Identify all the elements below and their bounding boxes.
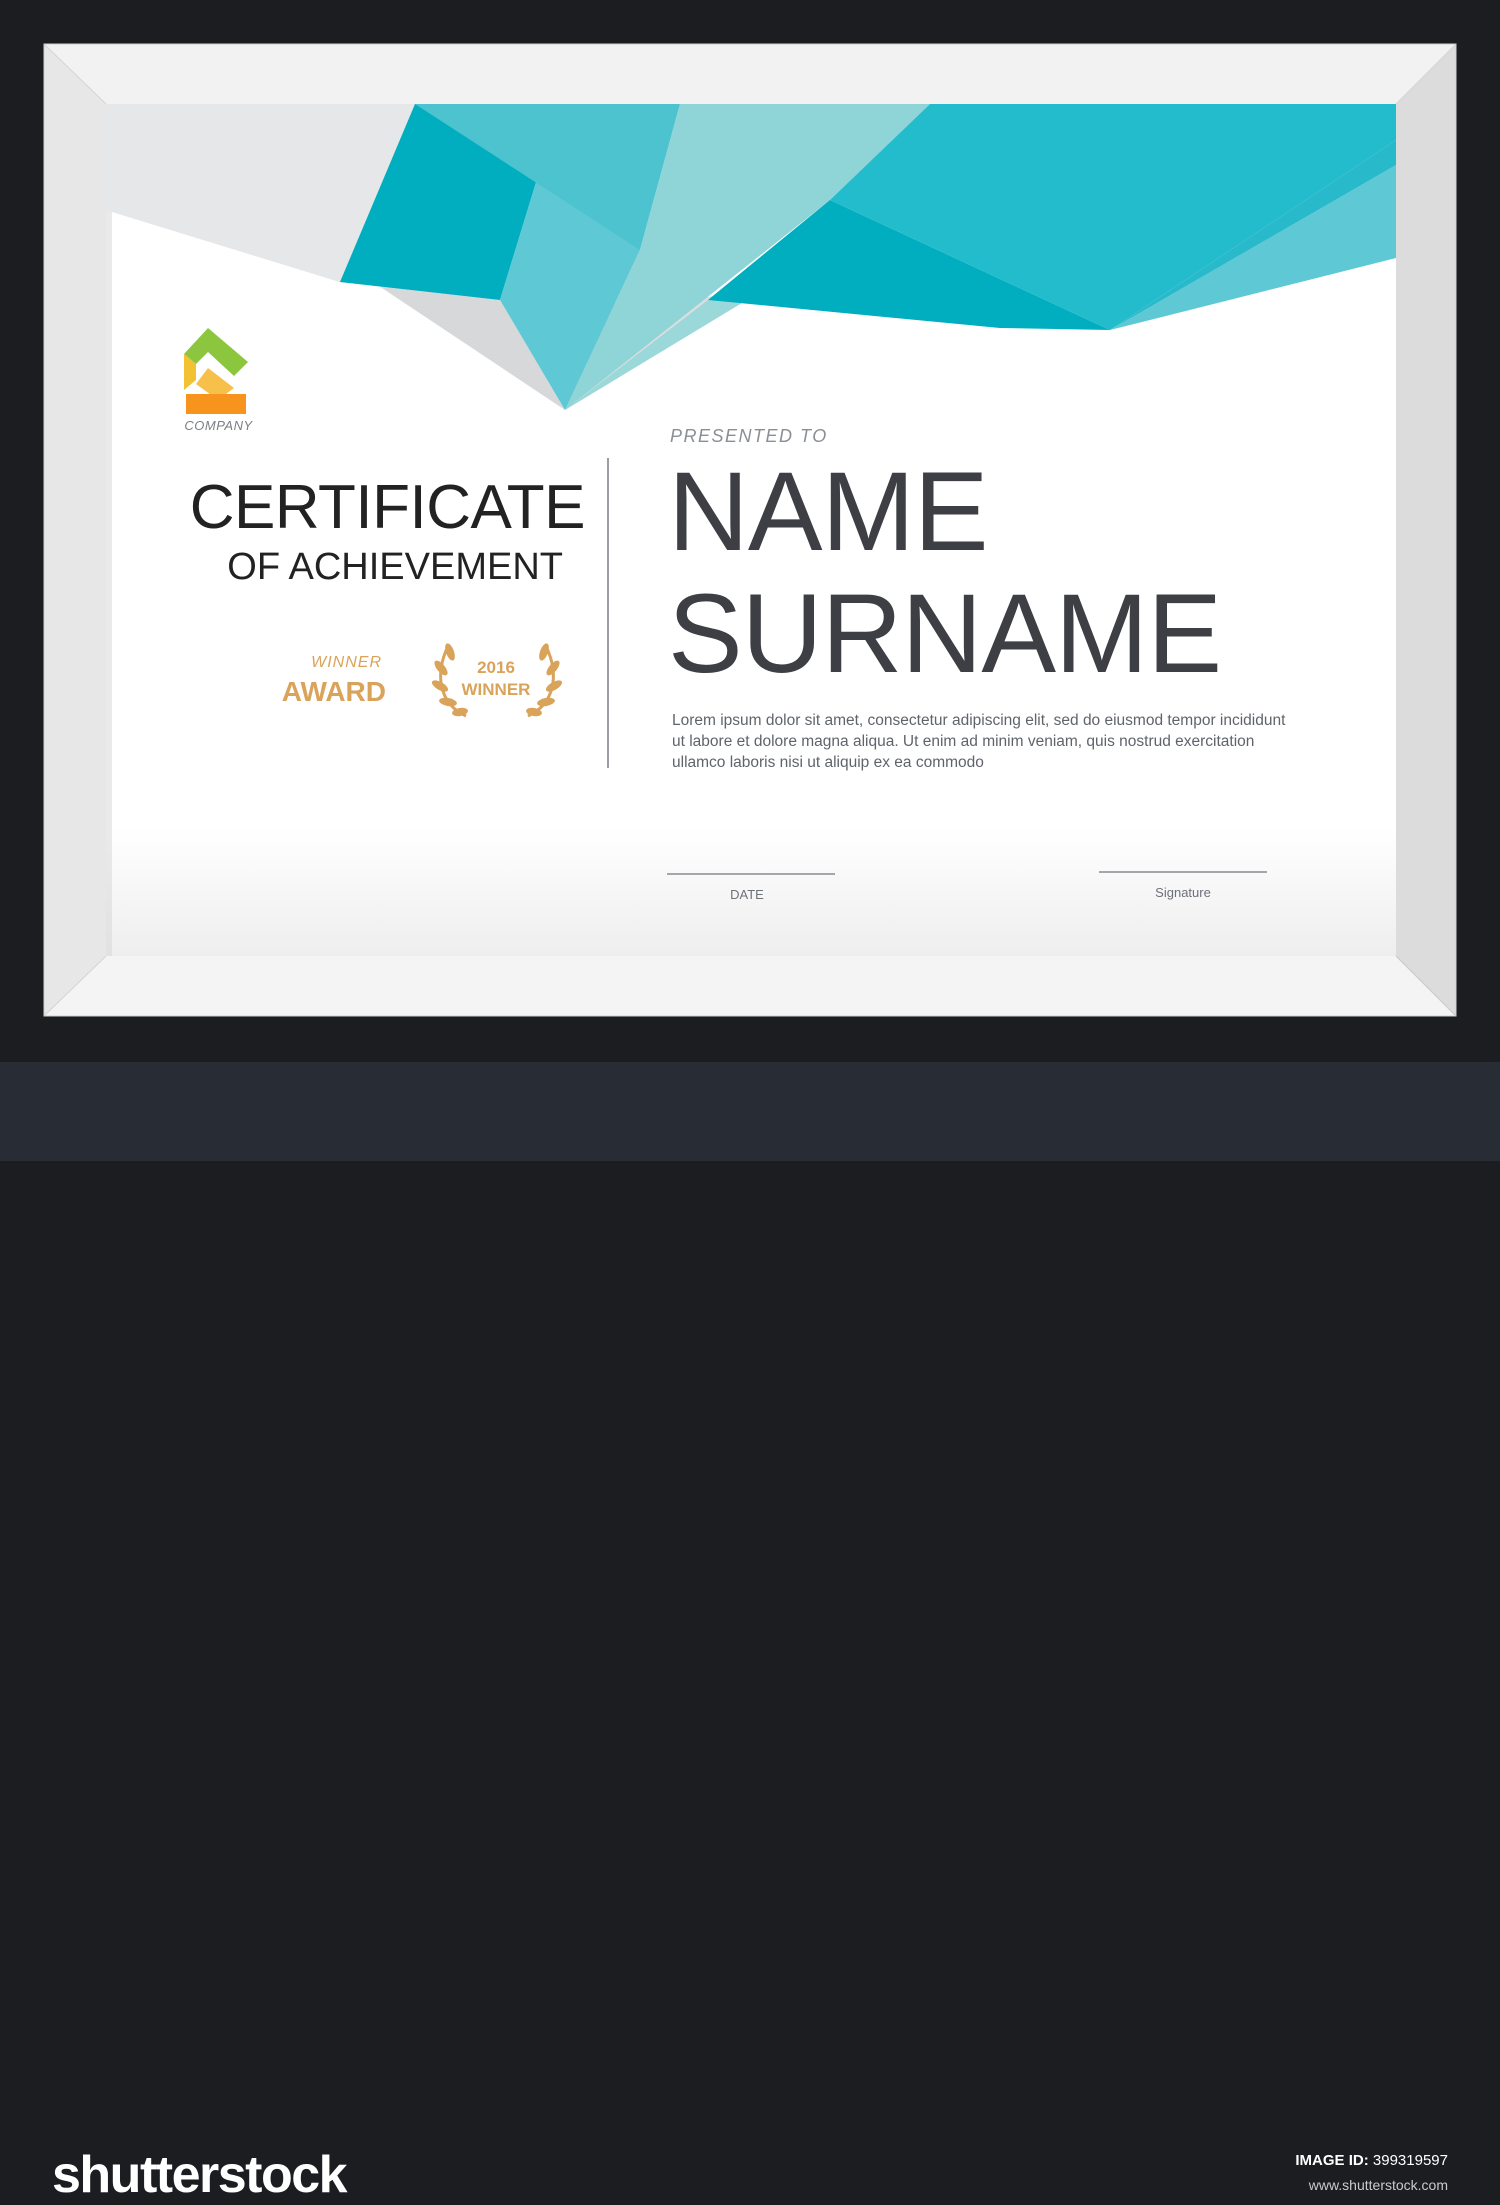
certificate-title: CERTIFICATE xyxy=(189,473,586,542)
laurel-year: 2016 xyxy=(477,658,515,677)
footer-logo[interactable]: shutterstock xyxy=(52,2145,348,2205)
image-id-label: IMAGE ID: xyxy=(1295,2152,1369,2169)
presented-to-label: PRESENTED TO xyxy=(670,426,828,446)
company-label: COMPANY xyxy=(184,418,253,433)
certificate-subtitle: OF ACHIEVEMENT xyxy=(227,546,563,588)
company-logo-icon xyxy=(184,328,248,414)
date-label: DATE xyxy=(730,887,764,902)
recipient-surname: SURNAME xyxy=(668,571,1222,696)
signature-label: Signature xyxy=(1155,885,1211,900)
award-label-main: AWARD xyxy=(281,676,386,707)
date-line xyxy=(667,873,835,875)
award-label-top: WINNER xyxy=(311,654,382,671)
certificate-image: COMPANY CERTIFICATE OF ACHIEVEMENT WINNE… xyxy=(0,0,1500,2204)
recipient-name: NAME xyxy=(668,449,989,574)
image-id: IMAGE ID: 399319597 xyxy=(1295,2152,1448,2169)
laurel-wreath-icon xyxy=(431,643,563,718)
vertical-divider xyxy=(607,458,609,768)
footer-url[interactable]: www.shutterstock.com xyxy=(1309,2177,1448,2193)
footer-bar: shutterstock IMAGE ID: 399319597 www.shu… xyxy=(0,1062,1500,2204)
body-text: Lorem ipsum dolor sit amet, consectetur … xyxy=(672,712,1286,771)
laurel-label: WINNER xyxy=(461,680,531,699)
image-id-value: 399319597 xyxy=(1372,2152,1448,2169)
signature-line xyxy=(1099,871,1267,873)
